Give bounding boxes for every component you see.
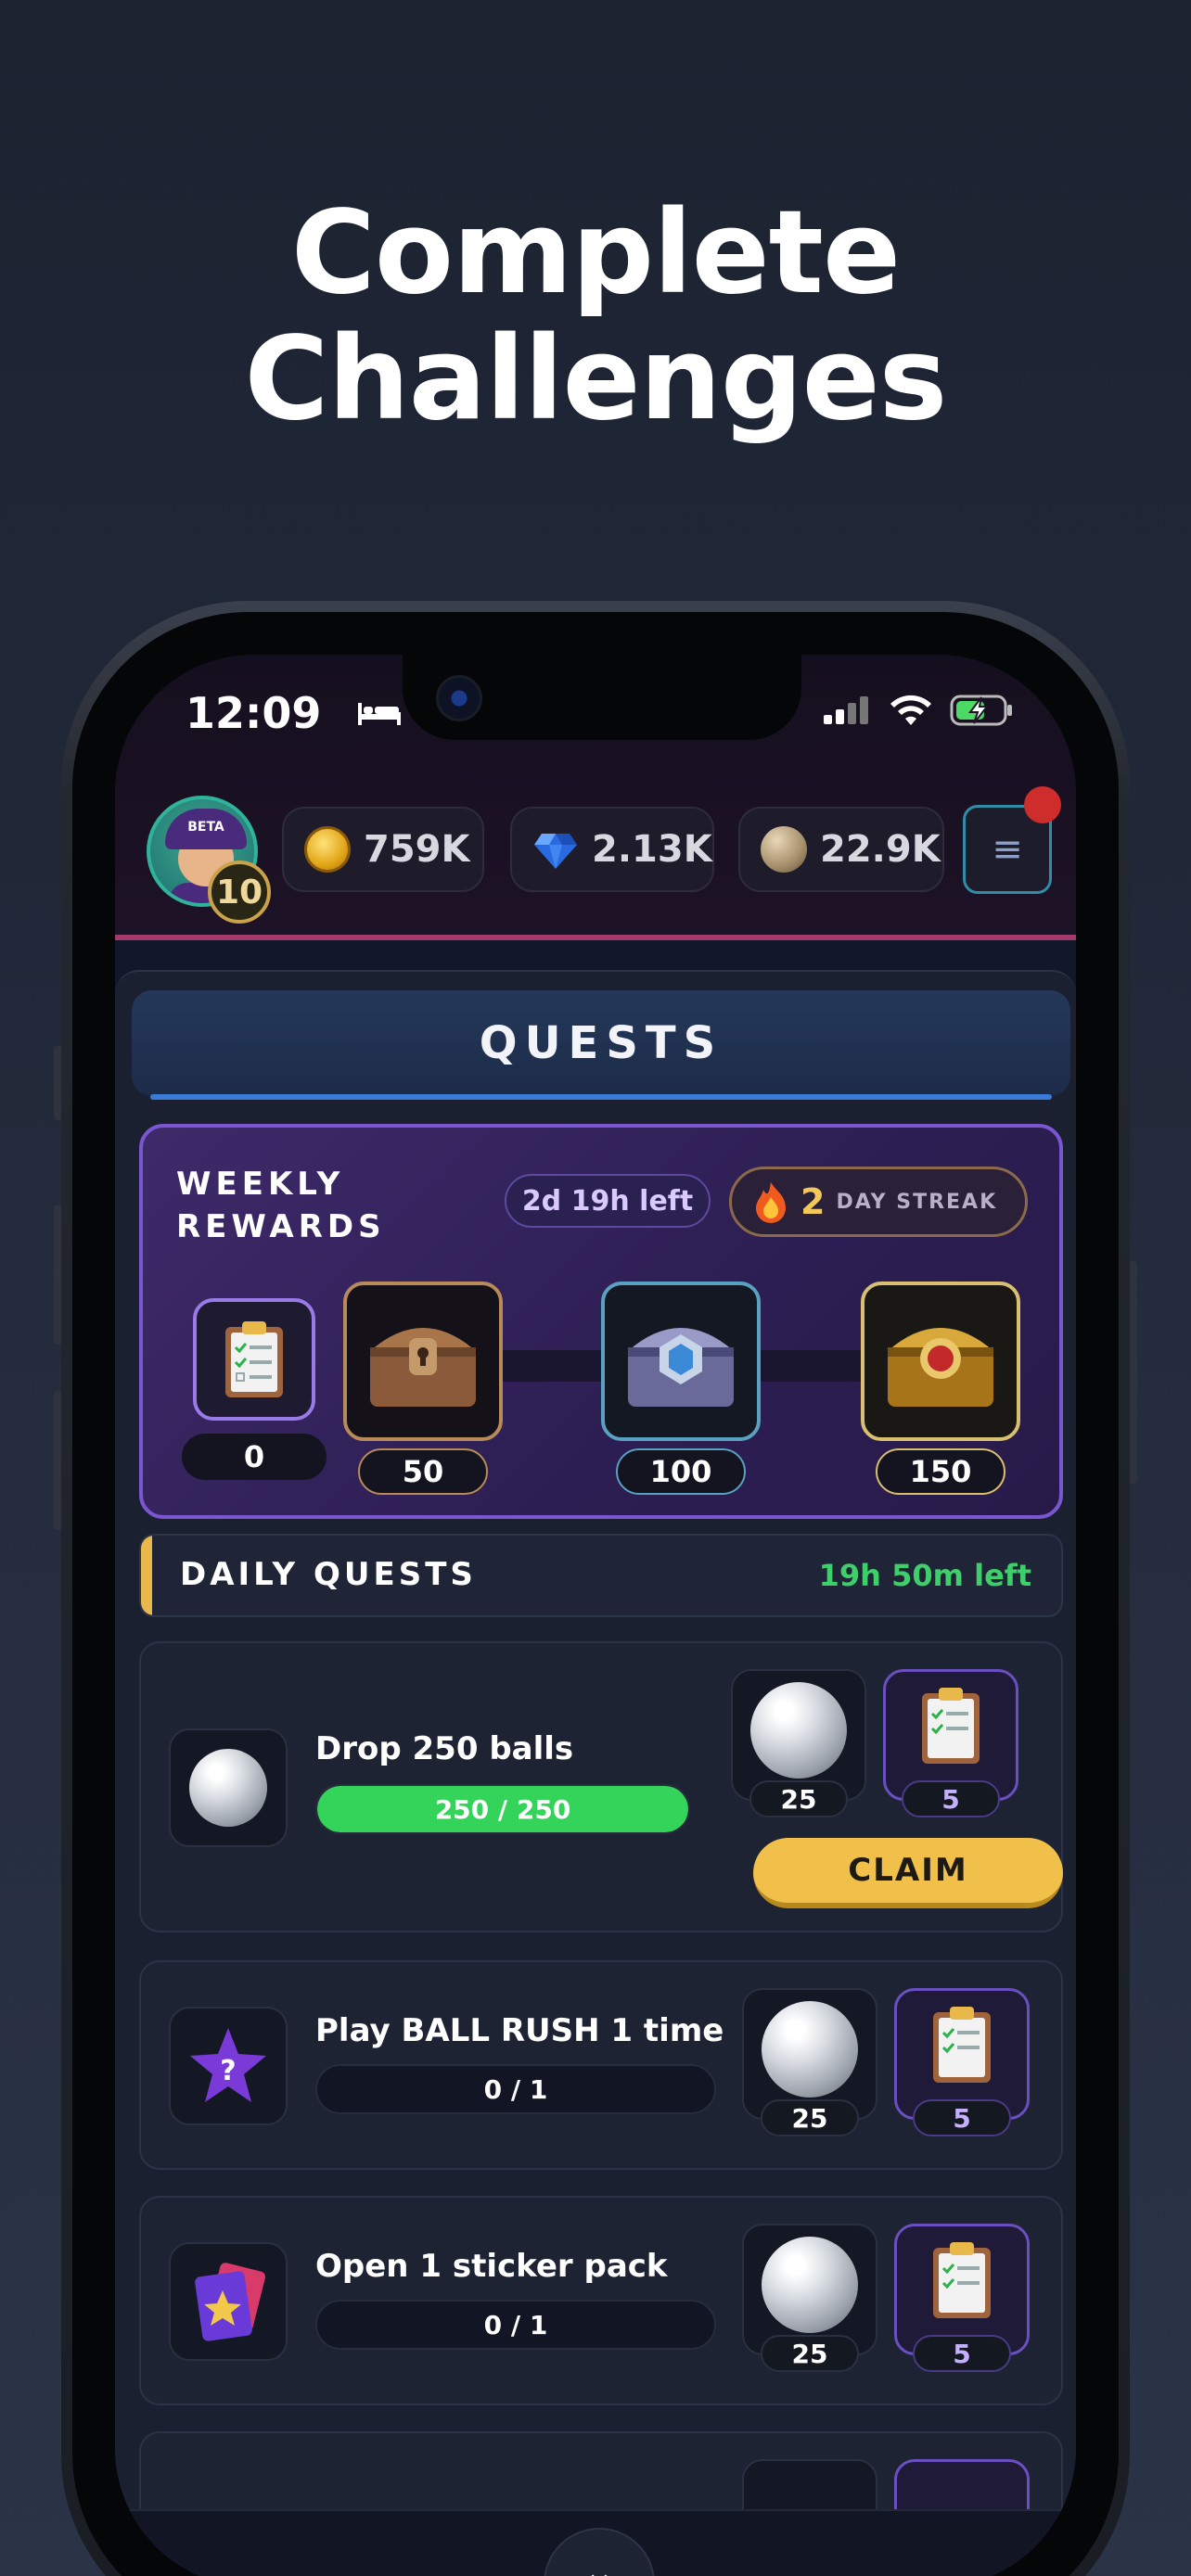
avatar-cap-text: BETA	[187, 820, 224, 835]
gems-counter[interactable]: 2.13K	[510, 807, 714, 892]
quest-progress-text: 0 / 1	[483, 2073, 548, 2105]
level-badge: 10	[208, 861, 271, 924]
silver-ball-icon	[189, 1749, 267, 1827]
notification-dot	[1024, 786, 1061, 823]
weekly-title-line-1: WEEKLY	[176, 1166, 345, 1203]
clipboard-icon	[922, 1688, 980, 1764]
status-time: 12:09	[186, 688, 322, 738]
gold-chest-icon	[888, 1328, 993, 1407]
claim-button[interactable]: CLAIM	[753, 1838, 1063, 1908]
reward-chest-gold[interactable]	[861, 1282, 1020, 1441]
sleep-focus-icon	[358, 703, 401, 725]
quest-card: Open 1 sticker pack 0 / 1 25 5	[139, 2196, 1063, 2405]
milestone-50: 50	[358, 1448, 488, 1495]
weekly-points-count: 0	[182, 1434, 327, 1480]
prize-balls-count: 25	[761, 2335, 859, 2372]
camera-icon	[436, 675, 482, 721]
coins-counter[interactable]: 759K	[282, 807, 484, 892]
reward-chest-bronze[interactable]	[343, 1282, 503, 1441]
status-indicators	[822, 694, 1015, 727]
quest-progress-bar: 250 / 250	[315, 1784, 690, 1834]
menu-icon: ≡	[992, 828, 1023, 871]
fire-icon	[756, 1182, 786, 1223]
day-streak-badge[interactable]: 2 DAY STREAK	[729, 1167, 1028, 1237]
quest-progress-bar: 0 / 1	[315, 2064, 716, 2114]
chevron-down-icon: ⌄	[582, 2548, 617, 2576]
cellular-signal-icon	[824, 696, 868, 724]
weekly-time-left: 2d 19h left	[505, 1174, 711, 1228]
quest-progress-text: 0 / 1	[483, 2309, 548, 2340]
milestone-100: 100	[616, 1448, 746, 1495]
dynamic-island	[403, 655, 801, 740]
gem-icon	[534, 834, 577, 869]
silver-ball-icon	[762, 2001, 858, 2098]
quest-progress-text: 250 / 250	[434, 1793, 571, 1825]
clipboard-icon	[933, 2007, 991, 2083]
prize-balls-count: 25	[761, 2099, 859, 2136]
silver-ball-icon	[762, 2237, 858, 2333]
daily-quests-title: DAILY QUESTS	[180, 1556, 477, 1593]
app-screen: 12:09 BETA 10 759K 2.13K 22.9K ≡ QUESTS …	[115, 655, 1076, 2576]
quest-progress-bar: 0 / 1	[315, 2300, 716, 2350]
prize-points-count: 5	[913, 2335, 1011, 2372]
page-title: QUESTS	[132, 990, 1070, 1096]
headline-line-2: Challenges	[244, 312, 947, 446]
balls-counter[interactable]: 22.9K	[738, 807, 944, 892]
top-bar-divider	[115, 935, 1076, 940]
balls-value: 22.9K	[820, 828, 941, 871]
sticker-pack-icon	[195, 2263, 265, 2341]
prize-balls-count: 25	[749, 1780, 848, 1817]
quest-icon-mystery: ?	[169, 2007, 288, 2125]
weekly-points-box	[193, 1298, 315, 1421]
coin-icon	[304, 826, 351, 873]
headline: Complete Challenges	[0, 190, 1191, 442]
wifi-icon	[890, 695, 931, 725]
reward-chest-silver[interactable]	[601, 1282, 761, 1441]
clipboard-icon	[225, 1321, 283, 1397]
phone-frame: 12:09 BETA 10 759K 2.13K 22.9K ≡ QUESTS …	[61, 601, 1130, 2576]
clipboard-icon	[933, 2242, 991, 2318]
gems-value: 2.13K	[592, 828, 712, 871]
bronze-chest-icon	[370, 1328, 476, 1407]
milestone-150: 150	[876, 1448, 1005, 1495]
prize-points-count: 5	[913, 2099, 1011, 2136]
quest-icon-sticker-pack	[169, 2242, 288, 2361]
prize-points-count: 5	[902, 1780, 1000, 1817]
weekly-rewards-title: WEEKLY REWARDS	[176, 1163, 386, 1248]
quest-icon-ball	[169, 1728, 288, 1847]
daily-time-left: 19h 50m left	[818, 1558, 1031, 1593]
weekly-title-line-2: REWARDS	[176, 1208, 386, 1245]
quest-card: Drop 250 balls 250 / 250 25 5 CLAIM	[139, 1641, 1063, 1932]
streak-label: DAY STREAK	[836, 1190, 998, 1214]
weekly-rewards-card: WEEKLY REWARDS 2d 19h left 2 DAY STREAK	[139, 1124, 1063, 1519]
ball-icon	[761, 826, 807, 873]
battery-charging-icon	[950, 695, 1012, 726]
quest-card: ? Play BALL RUSH 1 time 0 / 1 25 5	[139, 1960, 1063, 2170]
streak-count: 2	[800, 1181, 826, 1222]
svg-text:?: ?	[220, 2055, 236, 2087]
quest-name: Play BALL RUSH 1 time	[315, 2012, 724, 2049]
daily-quests-header: DAILY QUESTS 19h 50m left	[139, 1534, 1063, 1617]
mystery-star-icon: ?	[190, 2028, 266, 2102]
title-underline	[150, 1094, 1052, 1100]
silver-chest-icon	[628, 1328, 734, 1407]
headline-line-1: Complete	[290, 186, 901, 320]
quest-name: Drop 250 balls	[315, 1730, 574, 1767]
quest-name: Open 1 sticker pack	[315, 2248, 668, 2285]
coins-value: 759K	[364, 828, 470, 871]
silver-ball-icon	[750, 1682, 847, 1779]
